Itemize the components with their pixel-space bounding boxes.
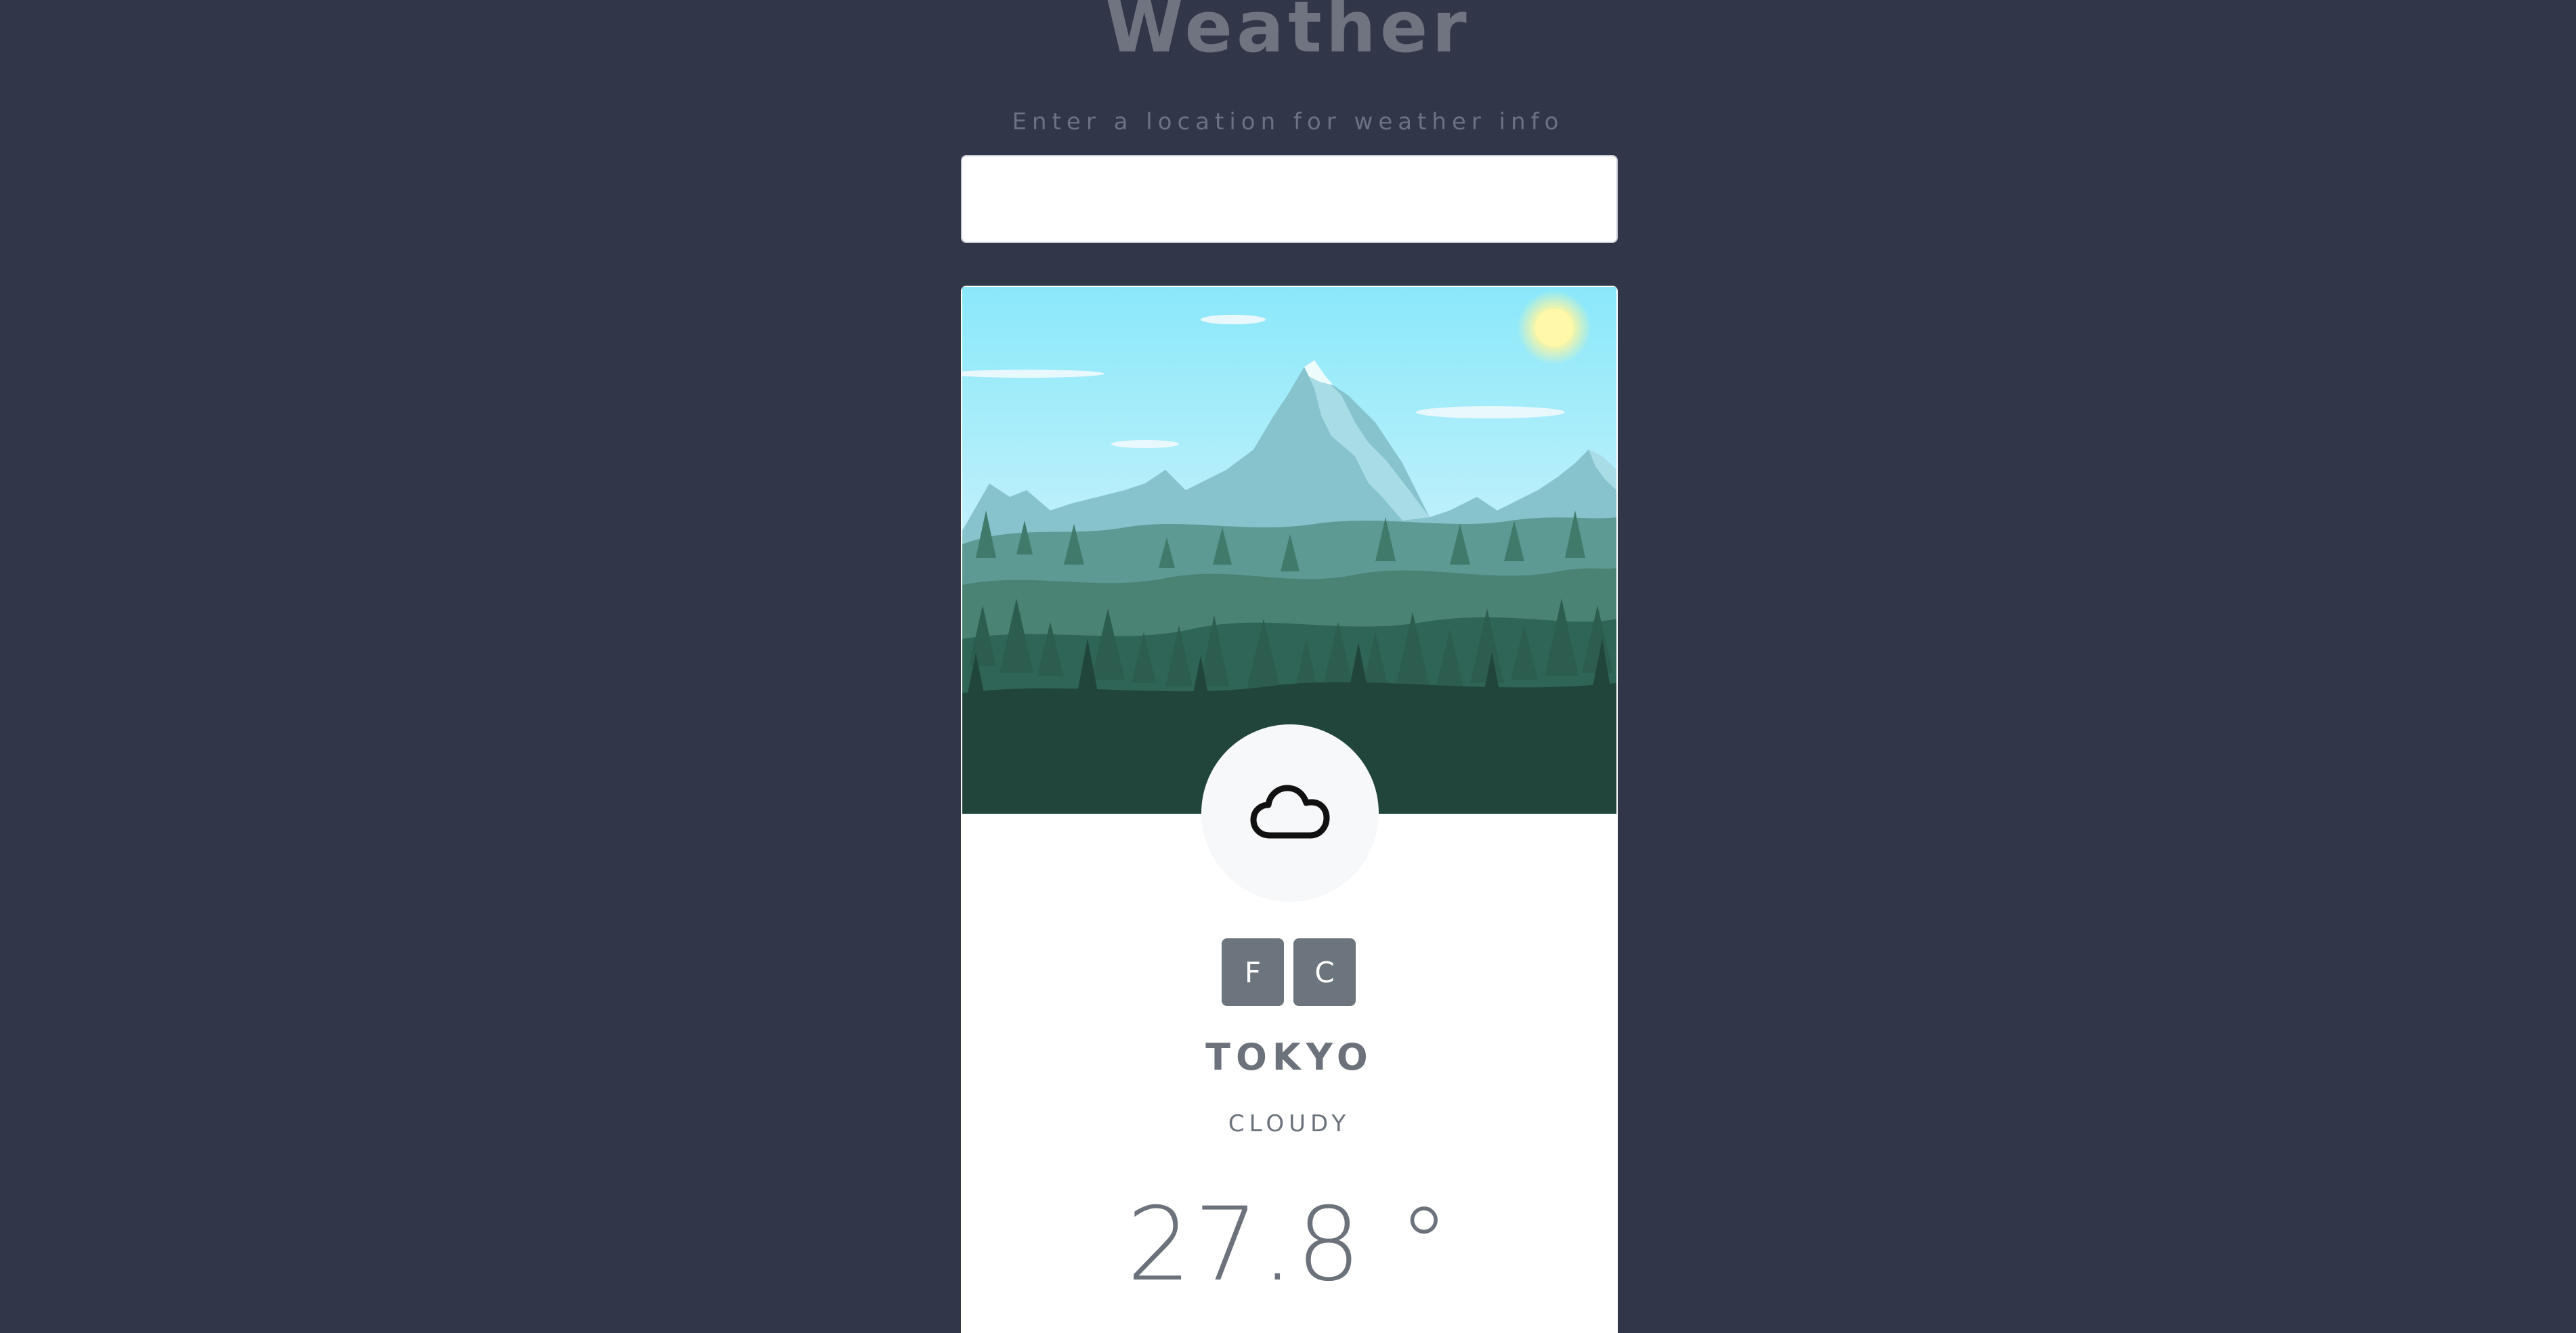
weather-condition: CLOUDY	[1228, 1110, 1351, 1137]
celsius-button[interactable]: C	[1293, 938, 1356, 1006]
weather-icon-badge	[1201, 724, 1379, 902]
weather-page: Weather Enter a location for weather inf…	[0, 0, 2576, 1333]
app-title: Weather	[1105, 0, 1471, 68]
fahrenheit-button[interactable]: F	[1222, 938, 1284, 1006]
temperature-value: 27.8 °	[1126, 1186, 1453, 1304]
location-search-input[interactable]	[961, 155, 1618, 243]
weather-card: F C TOKYO CLOUDY 27.8 °	[961, 286, 1618, 1333]
city-name: TOKYO	[1205, 1036, 1373, 1078]
cloud-icon	[1250, 785, 1330, 839]
location-prompt: Enter a location for weather info	[1012, 108, 1564, 135]
